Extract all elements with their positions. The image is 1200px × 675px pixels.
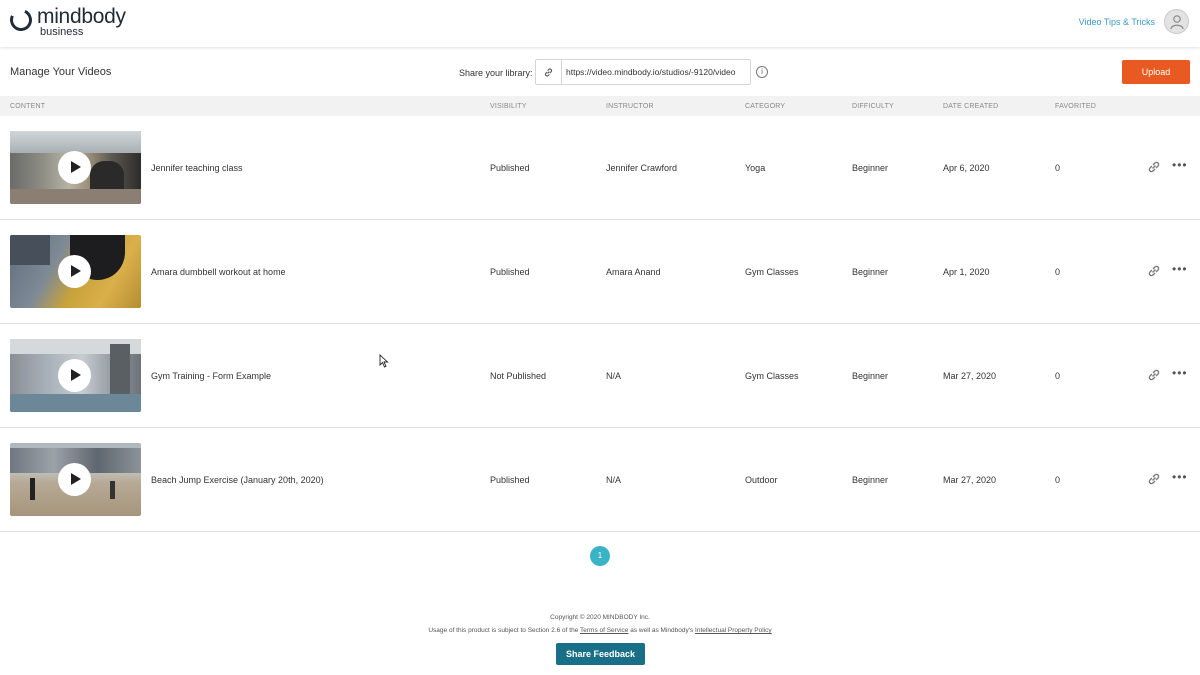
usage-middle: as well as Mindbody's [628, 627, 696, 634]
category-value: Outdoor [745, 475, 778, 485]
date-created-value: Apr 1, 2020 [943, 267, 990, 277]
column-header-visibility[interactable]: VISIBILITY [490, 103, 527, 110]
play-icon[interactable] [58, 359, 91, 392]
more-options-icon[interactable]: ••• [1172, 159, 1188, 174]
video-thumbnail[interactable] [10, 131, 141, 204]
video-title[interactable]: Amara dumbbell workout at home [151, 267, 286, 277]
date-created-value: Mar 27, 2020 [943, 371, 997, 381]
video-title[interactable]: Jennifer teaching class [151, 163, 243, 173]
instructor-value: N/A [606, 475, 622, 485]
column-header-instructor[interactable]: INSTRUCTOR [606, 103, 654, 110]
link-icon [544, 67, 553, 77]
date-created-value: Mar 27, 2020 [943, 475, 997, 485]
instructor-value: N/A [606, 371, 622, 381]
difficulty-value: Beginner [852, 371, 889, 381]
video-thumbnail[interactable] [10, 443, 141, 516]
instructor-value: Amara Anand [606, 267, 661, 277]
video-title[interactable]: Beach Jump Exercise (January 20th, 2020) [151, 475, 324, 485]
ip-policy-link[interactable]: Intellectual Property Policy [695, 627, 772, 634]
more-options-icon[interactable]: ••• [1172, 367, 1188, 382]
mouse-cursor-icon [379, 354, 389, 368]
video-title[interactable]: Gym Training - Form Example [151, 371, 271, 381]
table-row[interactable]: Beach Jump Exercise (January 20th, 2020)… [0, 428, 1200, 532]
link-icon[interactable] [1147, 368, 1161, 382]
table-row[interactable]: Amara dumbbell workout at home Published… [0, 220, 1200, 324]
video-thumbnail[interactable] [10, 339, 141, 412]
category-value: Gym Classes [745, 267, 799, 277]
logo-subtitle: business [40, 26, 84, 38]
share-url-field[interactable]: https://video.mindbody.io/studios/-9120/… [535, 59, 751, 85]
difficulty-value: Beginner [852, 475, 889, 485]
table-row[interactable]: Jennifer teaching class Published Jennif… [0, 116, 1200, 220]
logo-wordmark: mindbody [37, 5, 126, 28]
usage-notice: Usage of this product is subject to Sect… [0, 627, 1200, 634]
more-options-icon[interactable]: ••• [1172, 471, 1188, 486]
visibility-value: Published [490, 475, 530, 485]
share-url-value[interactable]: https://video.mindbody.io/studios/-9120/… [562, 60, 750, 84]
column-header-difficulty[interactable]: DIFFICULTY [852, 103, 894, 110]
video-tips-link[interactable]: Video Tips & Tricks [1079, 17, 1155, 27]
table-row[interactable]: Gym Training - Form Example Not Publishe… [0, 324, 1200, 428]
visibility-value: Published [490, 267, 530, 277]
category-value: Yoga [745, 163, 766, 173]
visibility-value: Not Published [490, 371, 547, 381]
column-header-category[interactable]: CATEGORY [745, 103, 785, 110]
info-icon[interactable]: i [756, 66, 768, 78]
visibility-value: Published [490, 163, 530, 173]
category-value: Gym Classes [745, 371, 799, 381]
link-icon[interactable] [1147, 472, 1161, 486]
column-header-content: CONTENT [10, 103, 46, 110]
favorited-count: 0 [1055, 267, 1061, 277]
mindbody-logo[interactable]: mindbody business [6, 5, 140, 40]
play-icon[interactable] [58, 255, 91, 288]
difficulty-value: Beginner [852, 163, 889, 173]
date-created-value: Apr 6, 2020 [943, 163, 990, 173]
table-header: CONTENT VISIBILITY INSTRUCTOR CATEGORY D… [0, 96, 1200, 116]
column-header-date-created[interactable]: DATE CREATED [943, 103, 998, 110]
terms-of-service-link[interactable]: Terms of Service [580, 627, 628, 634]
copyright-text: Copyright © 2020 MINDBODY Inc. [550, 614, 650, 621]
upload-button[interactable]: Upload [1122, 60, 1190, 84]
page-title: Manage Your Videos [10, 66, 112, 78]
video-thumbnail[interactable] [10, 235, 141, 308]
play-icon[interactable] [58, 151, 91, 184]
top-header: mindbody business Video Tips & Tricks [0, 0, 1200, 47]
share-library-label: Share your library: [459, 68, 533, 78]
logo-ring-icon [6, 5, 36, 35]
more-options-icon[interactable]: ••• [1172, 263, 1188, 278]
share-feedback-button[interactable]: Share Feedback [556, 643, 645, 665]
column-header-favorited[interactable]: FAVORITED [1055, 103, 1096, 110]
favorited-count: 0 [1055, 371, 1061, 381]
favorited-count: 0 [1055, 163, 1061, 173]
favorited-count: 0 [1055, 475, 1061, 485]
play-icon[interactable] [58, 463, 91, 496]
difficulty-value: Beginner [852, 267, 889, 277]
user-avatar[interactable] [1164, 9, 1189, 34]
copy-link-button[interactable] [536, 60, 562, 84]
toolbar: Manage Your Videos Share your library: h… [0, 47, 1200, 96]
instructor-value: Jennifer Crawford [606, 163, 678, 173]
link-icon[interactable] [1147, 264, 1161, 278]
link-icon[interactable] [1147, 160, 1161, 174]
pagination-page-1[interactable]: 1 [590, 546, 610, 566]
usage-prefix: Usage of this product is subject to Sect… [428, 627, 580, 634]
user-icon [1170, 15, 1184, 30]
